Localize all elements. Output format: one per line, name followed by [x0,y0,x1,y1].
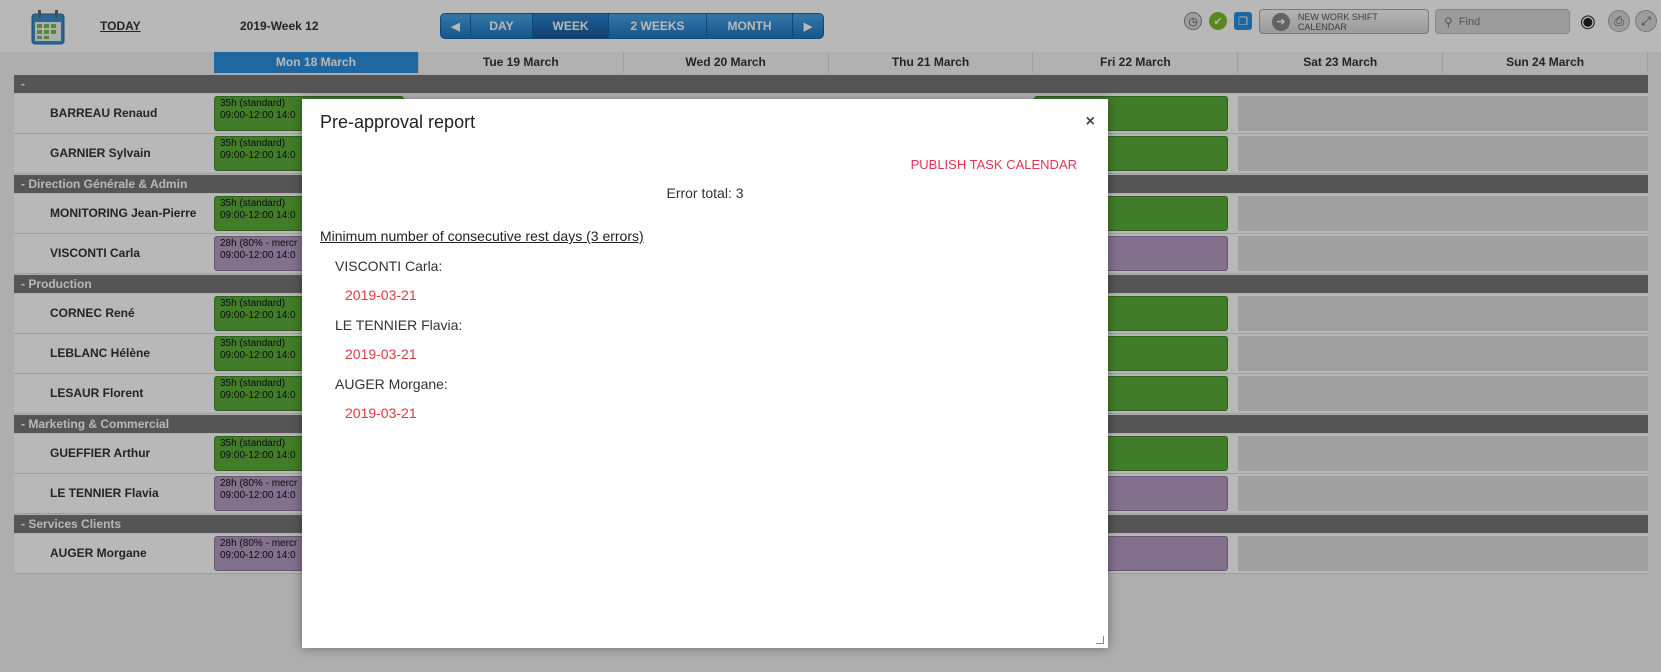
error-employee-name: AUGER Morgane: [335,376,448,392]
error-date: 2019-03-21 [345,405,417,421]
dialog-title: Pre-approval report [320,112,476,132]
error-date: 2019-03-21 [345,287,417,303]
resize-grip-icon[interactable] [1096,636,1104,644]
pre-approval-report-dialog: Pre-approval report × PUBLISH TASK CALEN… [302,99,1108,648]
error-total: Error total: 3 [666,185,744,201]
error-date: 2019-03-21 [345,346,417,362]
rule-title-link[interactable]: Minimum number of consecutive rest days … [320,228,644,244]
close-icon[interactable]: × [1086,113,1095,131]
error-employee-name: VISCONTI Carla: [335,258,443,274]
publish-task-calendar-link[interactable]: PUBLISH TASK CALENDAR [911,157,1077,172]
error-employee-name: LE TENNIER Flavia: [335,317,463,333]
